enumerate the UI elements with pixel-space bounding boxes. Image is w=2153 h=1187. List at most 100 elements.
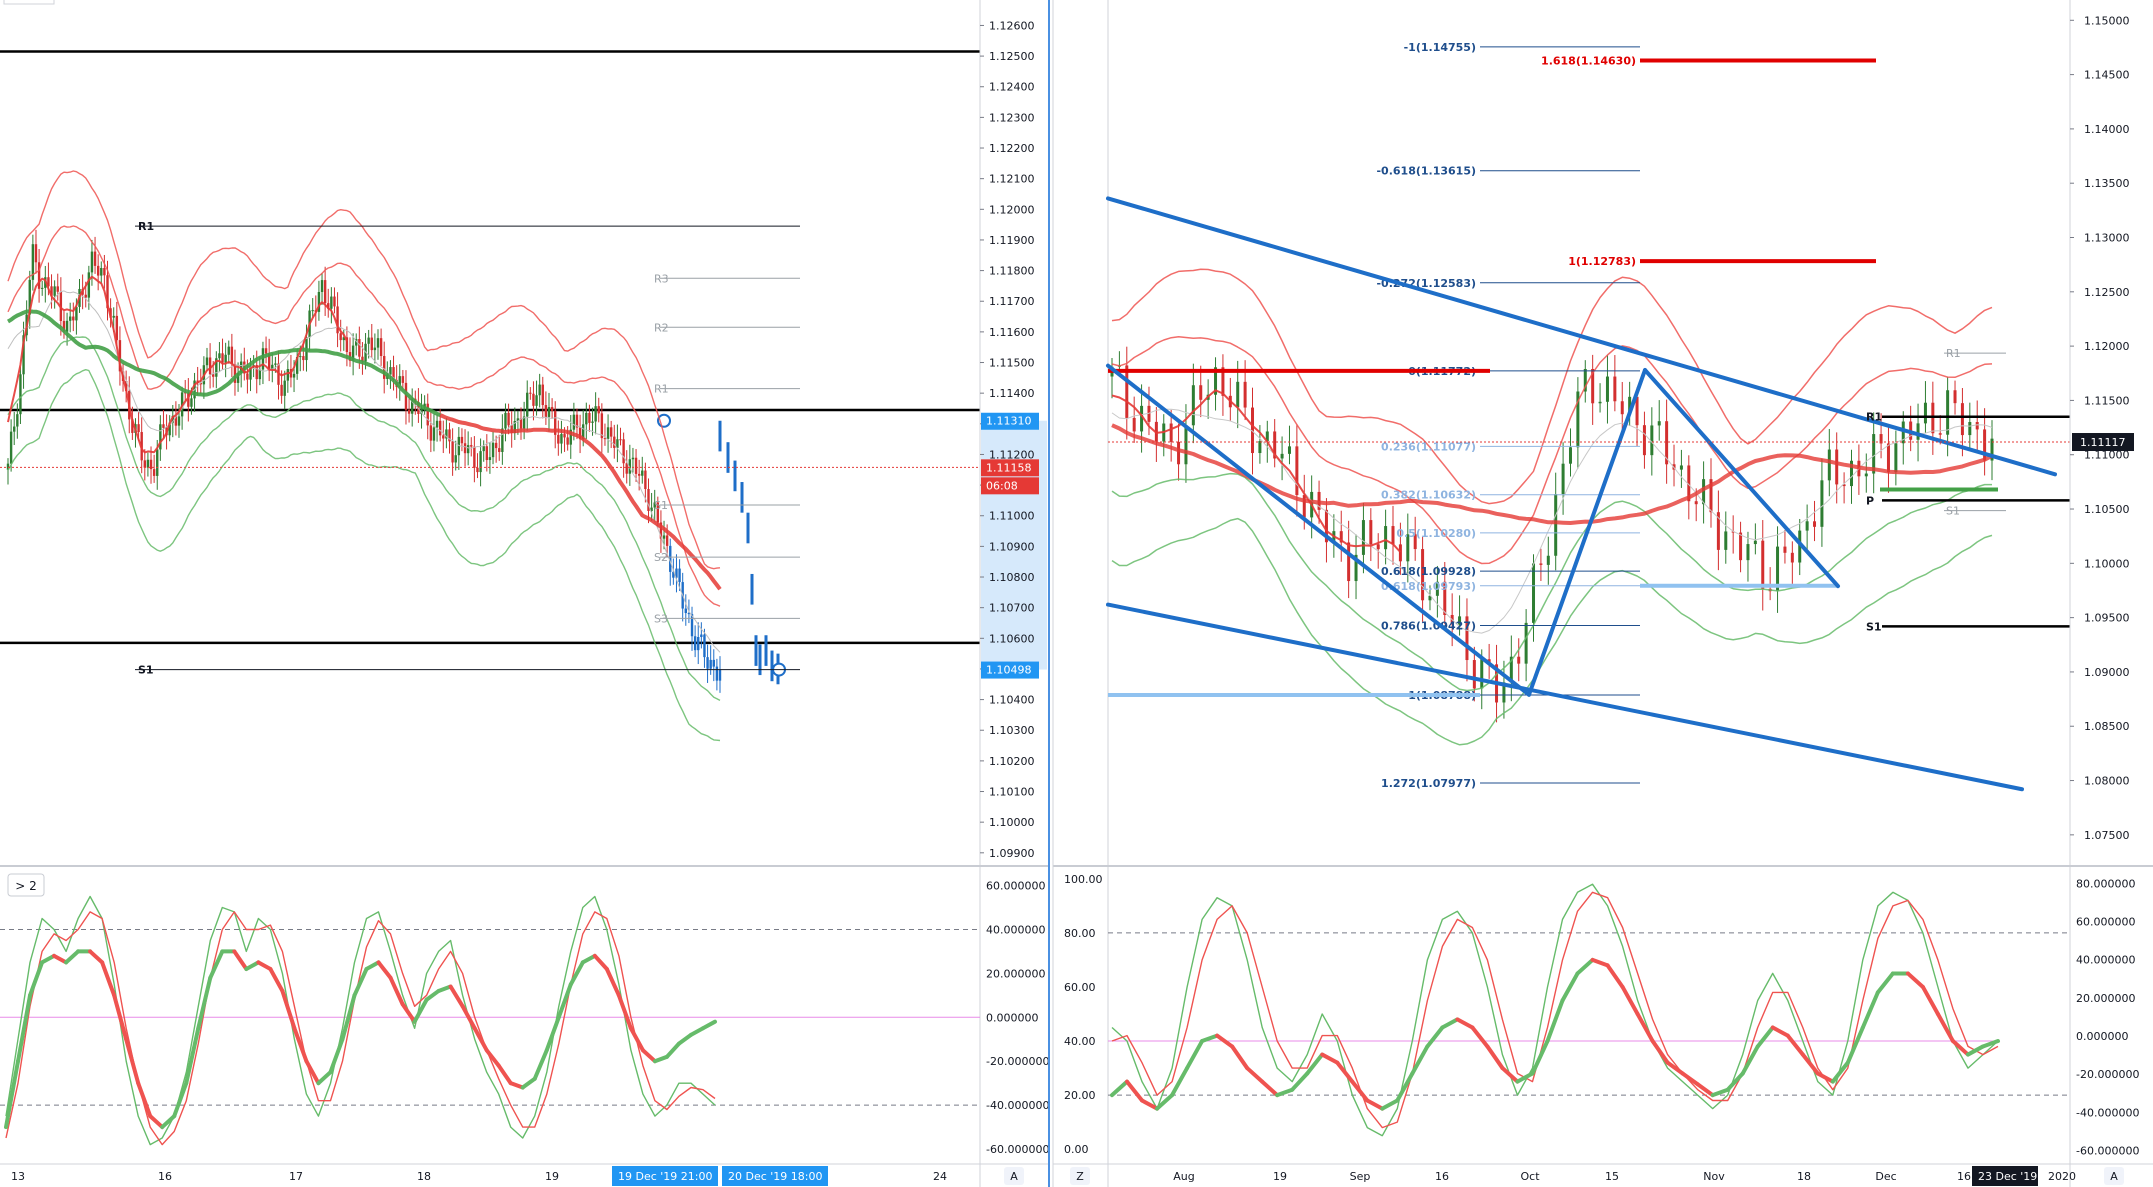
candle-body <box>697 636 700 651</box>
price-tick-label: 1.13000 <box>2084 232 2130 245</box>
candle-body <box>544 405 548 417</box>
candle-body <box>1753 540 1757 545</box>
candle-body <box>90 251 94 273</box>
price-tick-label: 1.09000 <box>2084 666 2130 679</box>
price-tick-label: 1.11400 <box>989 387 1035 400</box>
time-label: Oct <box>1520 1170 1540 1183</box>
candle-body <box>190 398 193 407</box>
candle-body <box>1546 555 1550 565</box>
candle-body <box>585 412 588 425</box>
candle-body <box>454 455 457 463</box>
candle-body <box>463 443 467 454</box>
candle-body <box>376 338 380 348</box>
pivot-label-s1: S1 <box>138 664 154 677</box>
candle-body <box>373 347 377 351</box>
time-label: 16 <box>158 1170 172 1183</box>
candle-body <box>96 265 100 276</box>
candle-body <box>93 251 97 266</box>
time-label: 19 <box>545 1170 559 1183</box>
candle-body <box>1864 473 1868 477</box>
candle-body <box>1761 540 1765 589</box>
candle-body <box>1561 463 1565 495</box>
candle-body <box>622 439 625 464</box>
oscillator-tick-label: 40.000000 <box>986 923 1046 936</box>
candle-body <box>429 425 433 441</box>
candle-body <box>532 393 535 406</box>
oscillator-right-tick: -60.000000 <box>2076 1144 2139 1157</box>
time-label: 18 <box>1797 1170 1811 1183</box>
candle-body <box>34 244 38 263</box>
candle-body <box>302 356 305 361</box>
oscillator-right-tick: -40.000000 <box>2076 1106 2139 1119</box>
price-tick-label: 1.07500 <box>2084 829 2130 842</box>
candle-body <box>1783 546 1787 553</box>
price-tick-label: 1.14500 <box>2084 69 2130 82</box>
price-tag-label: 1.10498 <box>986 664 1032 677</box>
candle-body <box>494 442 498 449</box>
candle-body <box>703 634 706 658</box>
price-tick-label: 1.11000 <box>989 510 1035 523</box>
candle-body <box>684 608 687 613</box>
time-label: 24 <box>933 1170 947 1183</box>
candle-body <box>1613 376 1617 402</box>
candle-body <box>591 421 594 423</box>
candle-body <box>221 353 224 363</box>
candle-body <box>1886 443 1890 473</box>
price-tick-label: 1.15000 <box>2084 14 2130 27</box>
price-tick-label: 1.10900 <box>989 540 1035 553</box>
candle-body <box>323 280 327 304</box>
candle-body <box>1236 381 1240 408</box>
candle-body <box>631 457 635 460</box>
candle-body <box>115 315 119 341</box>
candle-body <box>438 420 442 436</box>
pivot-label-grey: S3 <box>654 612 668 625</box>
candle-body <box>715 666 719 681</box>
candle-body <box>212 374 215 377</box>
candle-body <box>53 286 56 296</box>
candle-body <box>230 346 234 365</box>
price-tick-label: 1.13500 <box>2084 177 2130 190</box>
indicator-toggle-button[interactable]: > 2 <box>7 873 45 897</box>
candle-body <box>246 373 249 380</box>
candle-body <box>1657 421 1661 426</box>
time-label: 15 <box>1605 1170 1619 1183</box>
time-label: 18 <box>417 1170 431 1183</box>
candle-body <box>435 420 439 428</box>
candle-body <box>1398 544 1402 562</box>
candle-body <box>1960 403 1964 436</box>
pivot-label-grey: S2 <box>654 551 668 564</box>
candle-body <box>1280 453 1284 459</box>
oscillator-tick-label: 0.000000 <box>986 1011 1039 1024</box>
candle-body <box>535 395 538 406</box>
candle-body <box>1472 660 1476 689</box>
oscillator-right-tick: 60.000000 <box>2076 915 2136 928</box>
pivot-label-grey: S1 <box>654 499 668 512</box>
candle-body <box>156 449 159 476</box>
candle-body <box>224 354 227 363</box>
candle-body <box>1199 385 1203 400</box>
candle-body <box>451 441 454 463</box>
legend-collapsed-box[interactable] <box>3 0 55 5</box>
oscillator-tick-label: -20.000000 <box>986 1055 1049 1068</box>
candle-body <box>1916 423 1920 440</box>
candle-body <box>541 384 544 406</box>
candle-body <box>258 369 262 380</box>
candle-body <box>572 414 576 430</box>
oscillator-right-tick: 40.000000 <box>2076 954 2136 967</box>
candle-body <box>205 357 209 366</box>
oscillator-tick-label: 60.000000 <box>986 880 1046 893</box>
chart-layout: R1 S1 R3 R2 R1 S1 S2 S3 1.12600 1.12500 1.12400 1.… <box>0 0 2153 1187</box>
candle-body <box>1923 402 1927 424</box>
candle-body <box>1598 401 1602 404</box>
indicator-toggle-label: > 2 <box>15 879 37 893</box>
time-label: Sep <box>1350 1170 1371 1183</box>
pivot-label-r1: R1 <box>1866 411 1882 424</box>
candle-body <box>644 470 647 490</box>
oscillator-right-tick: -20.000000 <box>2076 1068 2139 1081</box>
oscillator-left-tick: 40.00 <box>1064 1035 1096 1048</box>
candle-body <box>678 568 681 583</box>
candle-body <box>1642 425 1646 456</box>
candle-body <box>1169 423 1173 442</box>
left-price-pane[interactable]: R1 S1 R3 R2 R1 S1 S2 S3 <box>0 0 980 866</box>
candle-body <box>498 448 501 452</box>
